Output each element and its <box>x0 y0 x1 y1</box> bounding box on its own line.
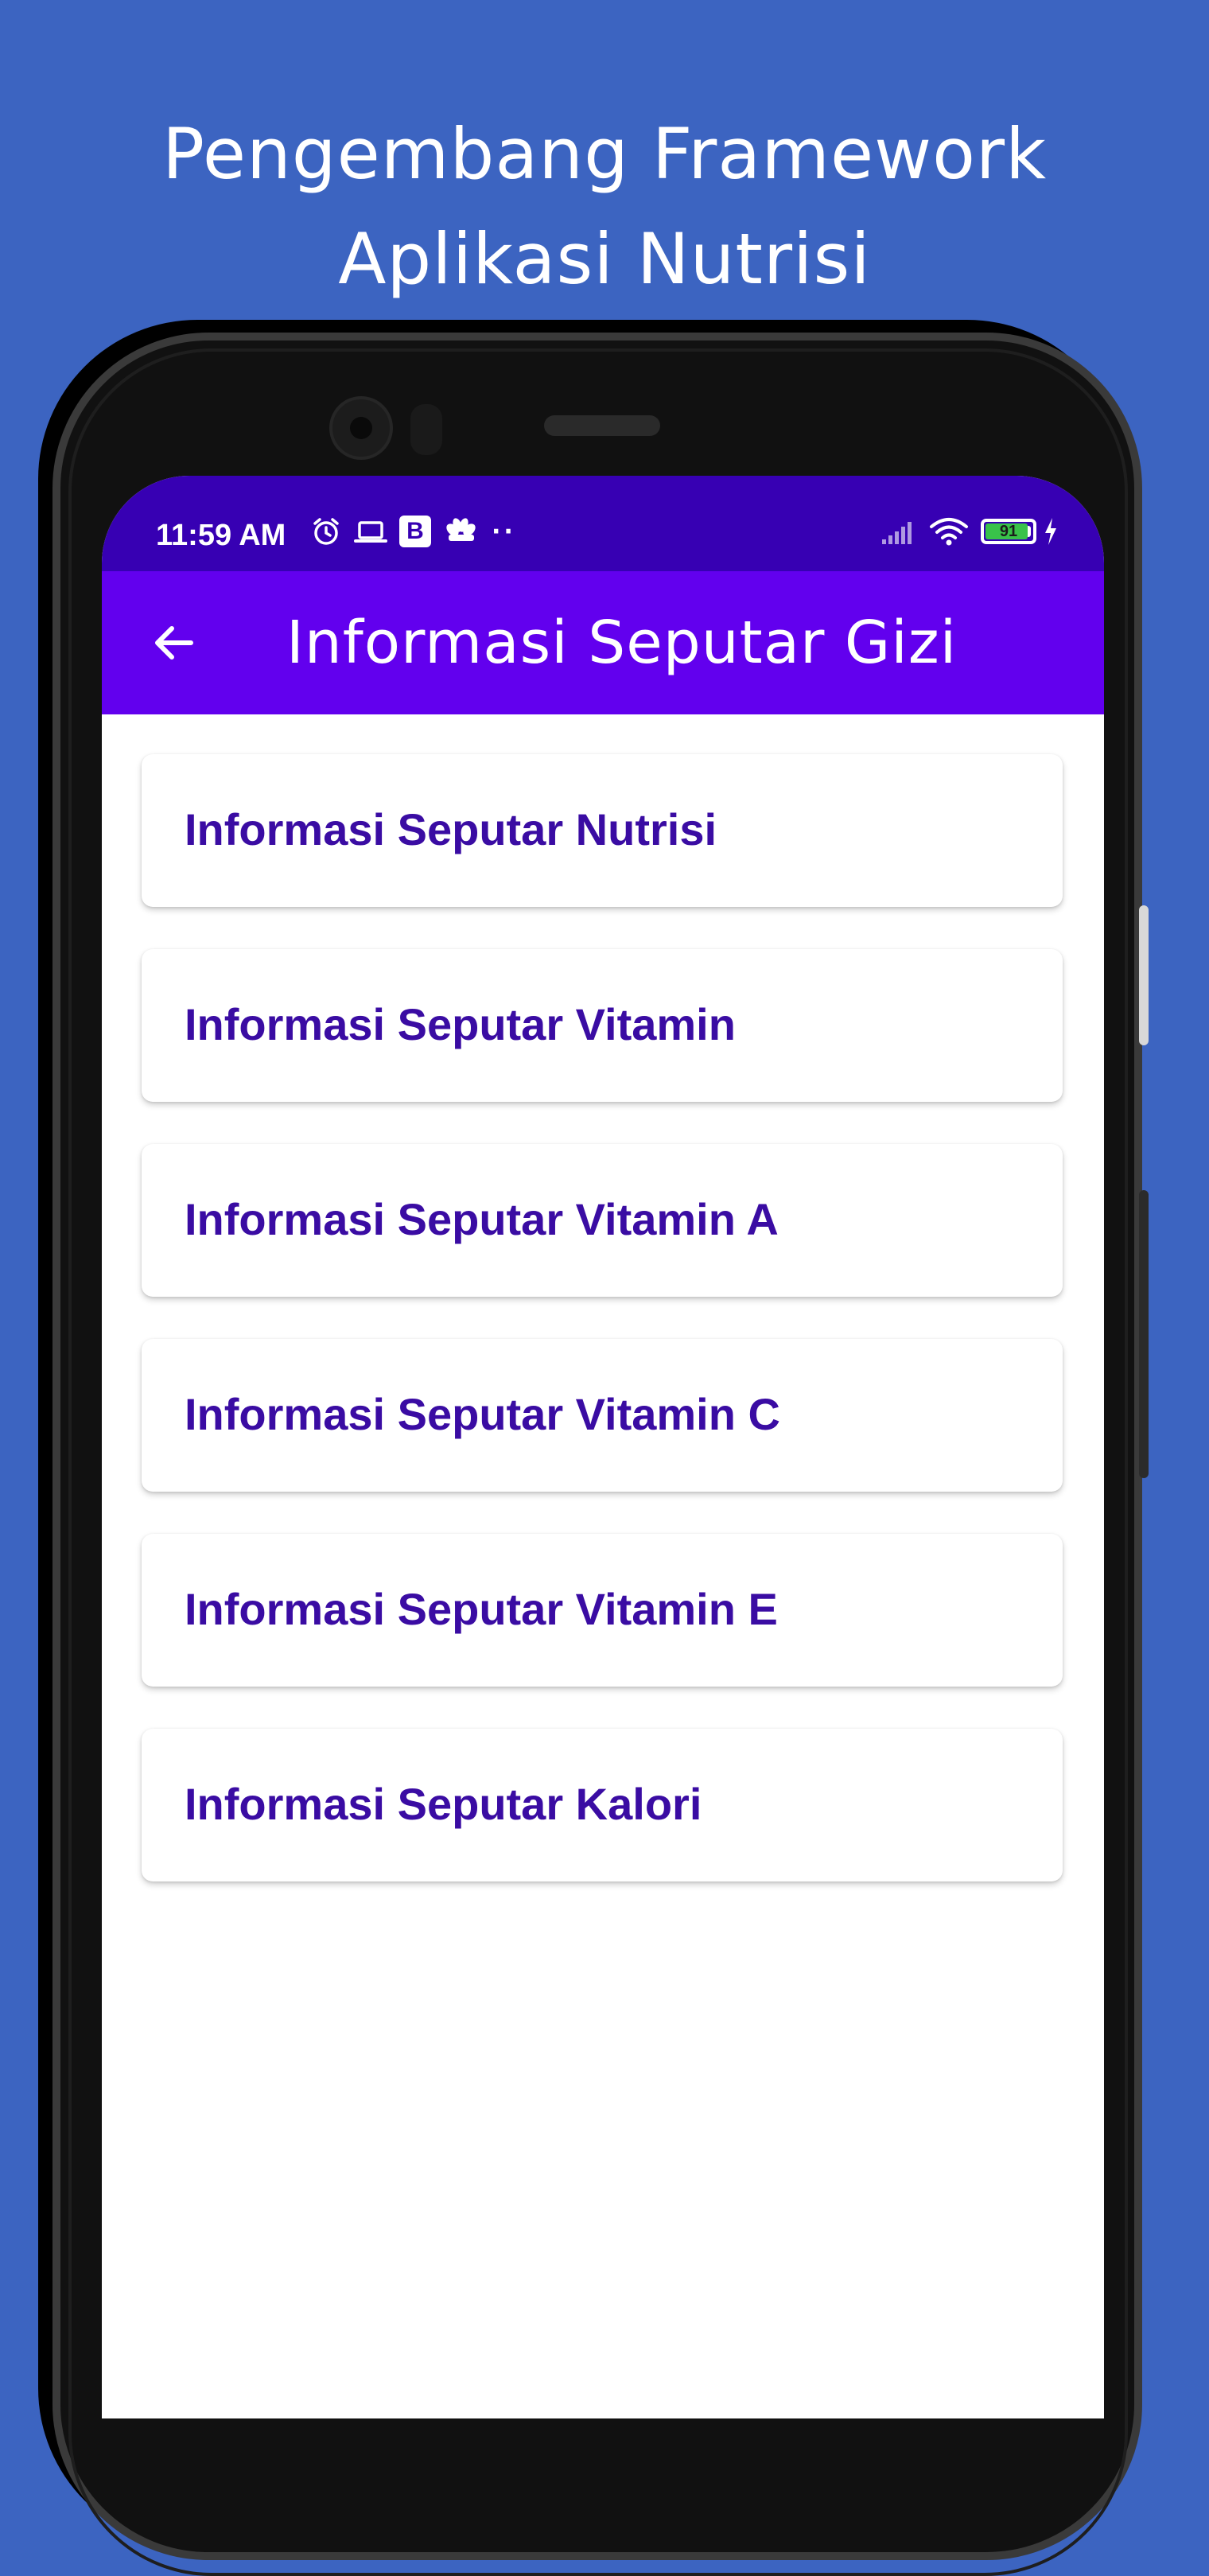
b-app-icon: B <box>399 516 431 547</box>
promo-headline: Pengembang Framework Aplikasi Nutrisi <box>0 102 1209 312</box>
menu-item-nutrisi[interactable]: Informasi Seputar Nutrisi <box>142 754 1063 907</box>
menu-item-label: Informasi Seputar Vitamin E <box>185 1584 778 1634</box>
app-bar: Informasi Seputar Gizi <box>102 571 1104 714</box>
proximity-sensor <box>410 404 442 455</box>
menu-item-vitamin-a[interactable]: Informasi Seputar Vitamin A <box>142 1144 1063 1297</box>
earpiece-speaker <box>544 415 660 436</box>
phone-screen: 11:59 AM B ·· 91 Informasi Seputar Gizi … <box>102 476 1104 2418</box>
signal-icon <box>879 516 917 547</box>
menu-item-vitamin-e[interactable]: Informasi Seputar Vitamin E <box>142 1534 1063 1687</box>
notification-icons: B ·· <box>310 516 516 547</box>
battery-icon: 91 <box>981 519 1036 544</box>
page-title: Informasi Seputar Gizi <box>286 609 958 677</box>
promo-headline-line-2: Aplikasi Nutrisi <box>338 218 871 300</box>
menu-item-label: Informasi Seputar Vitamin <box>185 999 736 1049</box>
back-button[interactable] <box>143 613 204 673</box>
phone-power-button <box>1139 1190 1149 1478</box>
front-camera-icon <box>329 396 393 460</box>
menu-item-label: Informasi Seputar Kalori <box>185 1779 702 1829</box>
menu-item-label: Informasi Seputar Vitamin C <box>185 1389 780 1439</box>
menu-item-kalori[interactable]: Informasi Seputar Kalori <box>142 1729 1063 1881</box>
status-bar: 11:59 AM B ·· 91 <box>102 476 1104 571</box>
menu-item-vitamin[interactable]: Informasi Seputar Vitamin <box>142 949 1063 1102</box>
laptop-icon <box>353 516 388 547</box>
promo-headline-line-1: Pengembang Framework <box>161 113 1048 195</box>
info-menu-list: Informasi Seputar Nutrisi Informasi Sepu… <box>142 754 1064 1924</box>
arrow-left-icon <box>155 626 193 660</box>
nbc-icon <box>442 516 480 547</box>
menu-item-label: Informasi Seputar Nutrisi <box>185 804 717 854</box>
alarm-icon <box>310 516 342 547</box>
wifi-icon <box>928 516 970 547</box>
phone-volume-button <box>1139 905 1149 1045</box>
battery-level: 91 <box>999 522 1018 540</box>
status-time: 11:59 AM <box>156 519 286 552</box>
charging-icon <box>1042 516 1059 547</box>
system-icons: 91 <box>879 516 1059 547</box>
menu-item-vitamin-c[interactable]: Informasi Seputar Vitamin C <box>142 1339 1063 1492</box>
more-notifications-icon: ·· <box>492 517 516 546</box>
menu-item-label: Informasi Seputar Vitamin A <box>185 1194 779 1244</box>
